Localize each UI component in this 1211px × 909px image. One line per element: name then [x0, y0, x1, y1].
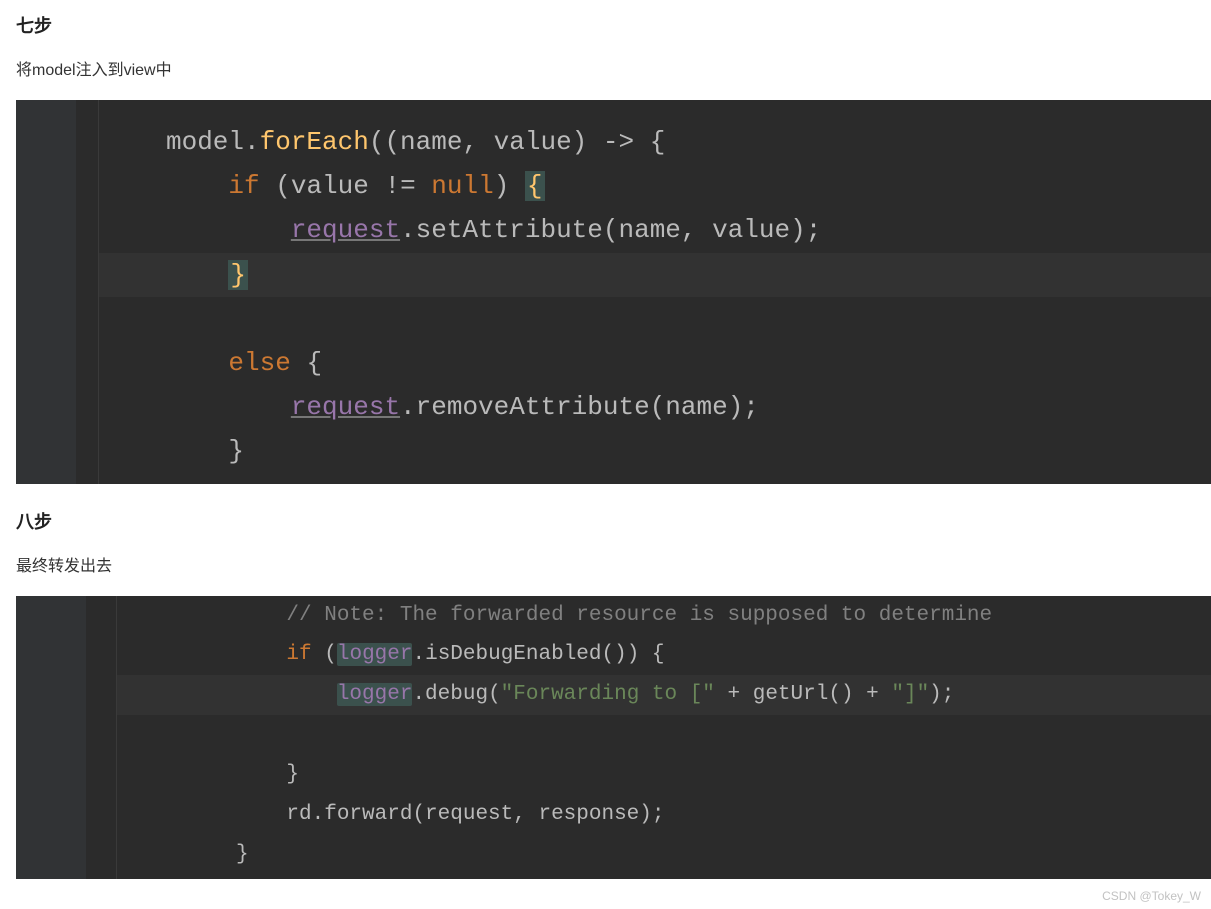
code-block-1: model.forEach((name, value) -> { if (val…	[16, 100, 1211, 484]
code-token: model.	[166, 127, 260, 157]
code-token: logger	[337, 683, 413, 706]
code-token: }	[236, 843, 249, 866]
code-token: request	[291, 215, 400, 245]
step8-heading: 八步	[16, 508, 1211, 534]
code-token: (value !=	[260, 171, 432, 201]
gutter-fold	[76, 100, 99, 484]
gutter	[16, 100, 77, 484]
code-token: }	[286, 763, 299, 786]
code-token: {	[291, 348, 322, 378]
code-comment: // Note: The forwarded resource is suppo…	[286, 604, 992, 627]
code-token: request	[291, 392, 400, 422]
code-token: ((name, value) -> {	[369, 127, 665, 157]
code-token: if	[228, 171, 259, 201]
code-content-1: model.forEach((name, value) -> { if (val…	[16, 120, 1211, 474]
code-token: .debug(	[412, 683, 500, 706]
code-token: )	[494, 171, 525, 201]
code-string: "]"	[891, 683, 929, 706]
code-block-2: // Note: The forwarded resource is suppo…	[16, 596, 1211, 879]
step7-heading: 七步	[16, 12, 1211, 38]
gutter	[16, 596, 87, 879]
step8-desc: 最终转发出去	[16, 552, 1211, 576]
code-token: .setAttribute(name, value);	[400, 215, 821, 245]
code-token: if	[286, 643, 311, 666]
code-token: }	[228, 436, 244, 466]
code-token: .removeAttribute(name);	[400, 392, 759, 422]
brace-match-icon: }	[228, 260, 248, 290]
code-token: rd.forward(request, response);	[286, 803, 664, 826]
code-token: (	[312, 643, 337, 666]
code-token: else	[228, 348, 290, 378]
brace-match-icon: {	[525, 171, 545, 201]
gutter-fold	[86, 596, 117, 879]
code-token: null	[431, 171, 493, 201]
code-token: + getUrl() +	[715, 683, 891, 706]
code-content-2: // Note: The forwarded resource is suppo…	[16, 596, 1211, 875]
code-string: "Forwarding to ["	[501, 683, 715, 706]
step7-desc: 将model注入到view中	[16, 56, 1211, 80]
code-token: logger	[337, 643, 413, 666]
code-token: );	[929, 683, 954, 706]
code-token: forEach	[260, 127, 369, 157]
code-token: .isDebugEnabled()) {	[412, 643, 664, 666]
watermark: CSDN @Tokey_W	[1102, 889, 1201, 903]
